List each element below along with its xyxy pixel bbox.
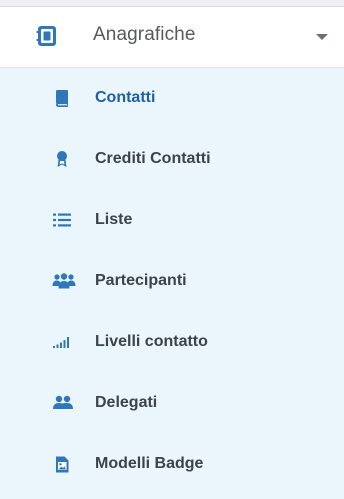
- menu-item-label: Crediti Contatti: [95, 150, 211, 167]
- chevron-down-icon[interactable]: [316, 34, 328, 40]
- menu-item-label: Contatti: [95, 89, 156, 106]
- menu-item-modelli-badge[interactable]: Modelli Badge: [0, 434, 344, 495]
- menu-group-label: Anagrafiche: [93, 24, 196, 45]
- menu-item-label: Delegati: [95, 394, 158, 411]
- image-file-icon: [52, 454, 72, 474]
- menu-item-partecipanti[interactable]: Partecipanti: [0, 251, 344, 312]
- top-divider: [0, 0, 344, 7]
- user-group-icon: [52, 393, 74, 413]
- menu-item-crediti-contatti[interactable]: Crediti Contatti: [0, 129, 344, 190]
- menu-group-anagrafiche[interactable]: Anagrafiche: [0, 7, 344, 68]
- signal-bars-icon: [52, 332, 72, 352]
- menu-item-label: Liste: [95, 211, 133, 228]
- menu-item-contatti[interactable]: Contatti: [0, 68, 344, 129]
- menu-item-delegati[interactable]: Delegati: [0, 373, 344, 434]
- book-icon: [52, 88, 72, 108]
- menu-item-label: Partecipanti: [95, 272, 187, 289]
- menu-item-label: Modelli Badge: [95, 455, 204, 472]
- submenu: Contatti Crediti Contatti Liste Partecip…: [0, 68, 344, 499]
- list-icon: [52, 210, 72, 230]
- address-book-icon: [36, 25, 58, 47]
- sidebar: Anagrafiche Contatti Crediti Contatti Li…: [0, 0, 344, 499]
- award-icon: [52, 149, 72, 169]
- menu-item-label: Livelli contatto: [95, 333, 208, 350]
- menu-item-livelli-contatto[interactable]: Livelli contatto: [0, 312, 344, 373]
- menu-item-liste[interactable]: Liste: [0, 190, 344, 251]
- users-icon: [52, 271, 76, 291]
